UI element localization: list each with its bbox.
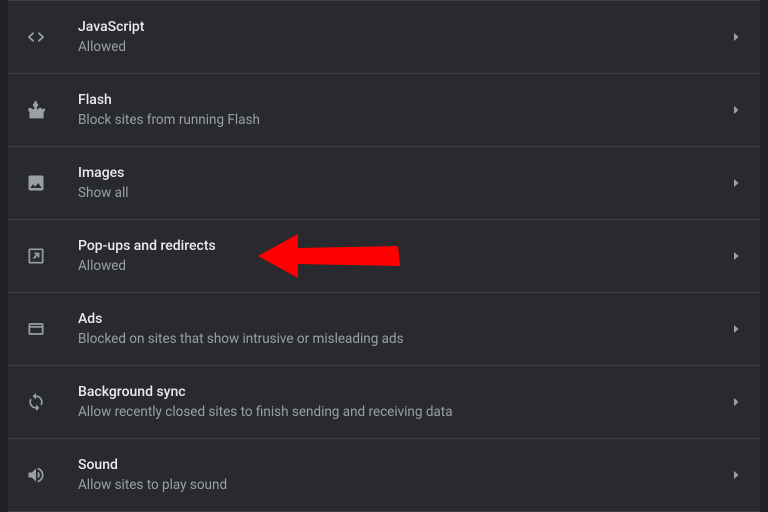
setting-title: JavaScript bbox=[78, 19, 733, 36]
setting-subtitle: Allowed bbox=[78, 258, 733, 274]
popup-icon bbox=[26, 246, 78, 266]
sound-icon bbox=[26, 465, 78, 485]
setting-row-images[interactable]: Images Show all bbox=[8, 147, 760, 220]
setting-title: Flash bbox=[78, 92, 733, 109]
setting-subtitle: Allow sites to play sound bbox=[78, 477, 733, 493]
chevron-right-icon bbox=[733, 397, 740, 407]
sync-icon bbox=[26, 392, 78, 412]
setting-subtitle: Allowed bbox=[78, 39, 733, 55]
setting-title: Background sync bbox=[78, 384, 733, 401]
setting-subtitle: Blocked on sites that show intrusive or … bbox=[78, 331, 733, 347]
setting-text: Background sync Allow recently closed si… bbox=[78, 384, 733, 421]
setting-row-sound[interactable]: Sound Allow sites to play sound bbox=[8, 439, 760, 512]
chevron-right-icon bbox=[733, 251, 740, 261]
content-settings-list: JavaScript Allowed Flash Block sites fro… bbox=[8, 0, 760, 512]
setting-subtitle: Show all bbox=[78, 185, 733, 201]
setting-title: Pop-ups and redirects bbox=[78, 238, 733, 255]
setting-title: Ads bbox=[78, 311, 733, 328]
code-icon bbox=[26, 27, 78, 47]
setting-row-ads[interactable]: Ads Blocked on sites that show intrusive… bbox=[8, 293, 760, 366]
setting-text: Sound Allow sites to play sound bbox=[78, 457, 733, 494]
chevron-right-icon bbox=[733, 105, 740, 115]
setting-text: Images Show all bbox=[78, 165, 733, 202]
setting-text: Flash Block sites from running Flash bbox=[78, 92, 733, 129]
setting-row-javascript[interactable]: JavaScript Allowed bbox=[8, 0, 760, 74]
chevron-right-icon bbox=[733, 324, 740, 334]
setting-text: JavaScript Allowed bbox=[78, 19, 733, 56]
setting-row-flash[interactable]: Flash Block sites from running Flash bbox=[8, 74, 760, 147]
puzzle-icon bbox=[26, 100, 78, 120]
setting-subtitle: Block sites from running Flash bbox=[78, 112, 733, 128]
setting-title: Images bbox=[78, 165, 733, 182]
window-icon bbox=[26, 319, 78, 339]
setting-subtitle: Allow recently closed sites to finish se… bbox=[78, 404, 733, 420]
chevron-right-icon bbox=[733, 178, 740, 188]
chevron-right-icon bbox=[733, 32, 740, 42]
setting-row-background-sync[interactable]: Background sync Allow recently closed si… bbox=[8, 366, 760, 439]
setting-title: Sound bbox=[78, 457, 733, 474]
setting-text: Ads Blocked on sites that show intrusive… bbox=[78, 311, 733, 348]
image-icon bbox=[26, 173, 78, 193]
setting-row-popups[interactable]: Pop-ups and redirects Allowed bbox=[8, 220, 760, 293]
chevron-right-icon bbox=[733, 470, 740, 480]
setting-text: Pop-ups and redirects Allowed bbox=[78, 238, 733, 275]
